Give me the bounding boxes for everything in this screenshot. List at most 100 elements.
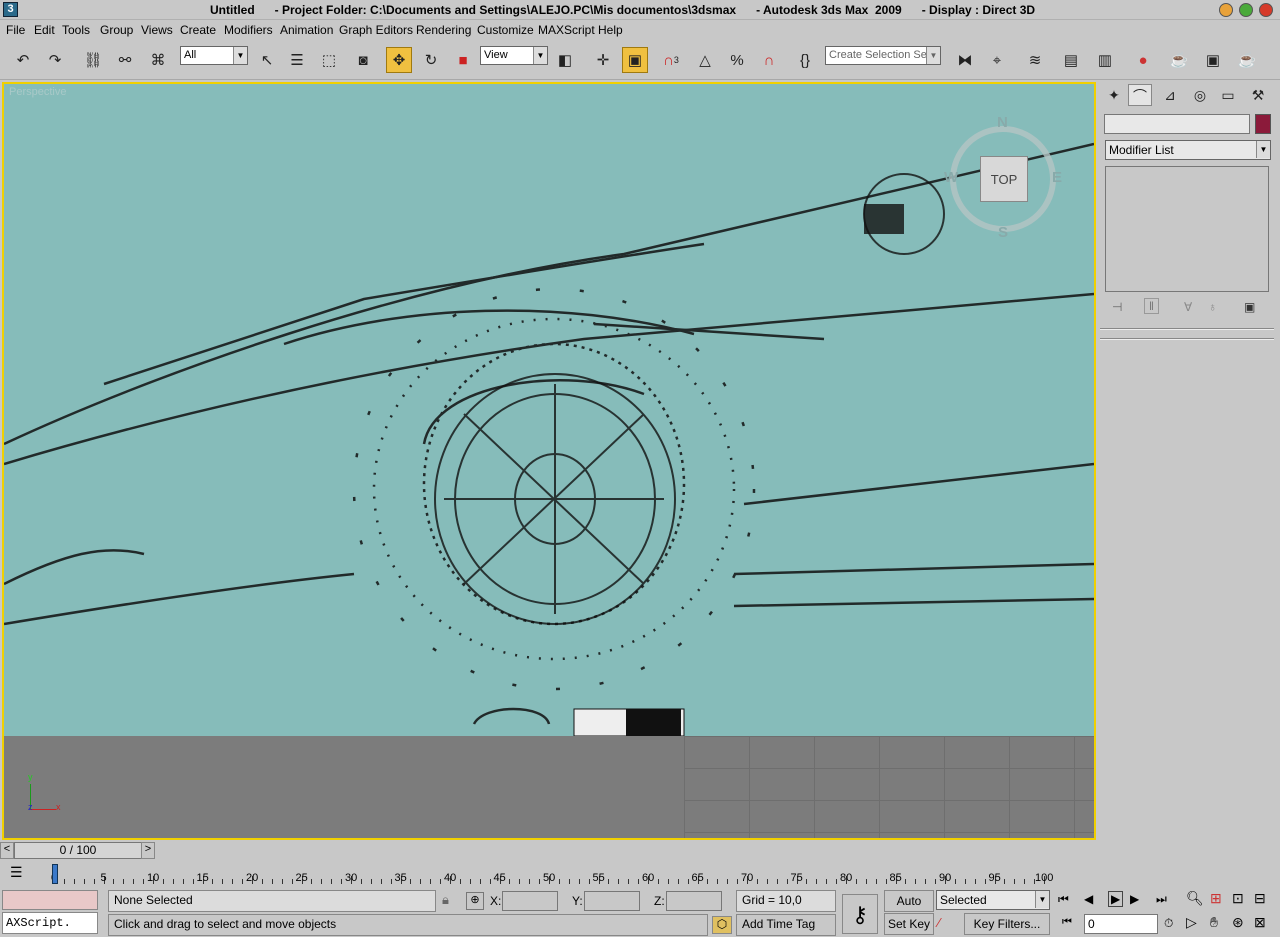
rectangular-selection-icon[interactable]: ⬚: [316, 47, 342, 73]
modify-tab-icon[interactable]: ⌒: [1128, 84, 1152, 106]
app-icon[interactable]: 3: [3, 2, 18, 17]
pan-view-icon[interactable]: ✋︎: [1210, 914, 1218, 931]
mini-curve-editor-icon[interactable]: ☰: [10, 864, 23, 881]
render-setup-icon[interactable]: ☕: [1166, 47, 1192, 73]
add-time-tag-button[interactable]: Add Time Tag: [736, 914, 836, 936]
y-coordinate-field[interactable]: [584, 891, 640, 911]
menu-animation[interactable]: Animation: [280, 23, 333, 37]
make-unique-icon[interactable]: ∀: [1184, 300, 1192, 314]
remove-modifier-icon[interactable]: ♁: [1208, 300, 1217, 314]
menu-edit[interactable]: Edit: [34, 23, 55, 37]
viewcube-south[interactable]: S: [998, 224, 1008, 241]
selection-filter-dropdown[interactable]: All ▼: [180, 46, 248, 65]
undo-icon[interactable]: ↶: [10, 47, 36, 73]
window-crossing-icon[interactable]: ◙: [350, 47, 376, 73]
show-end-result-icon[interactable]: ǁ: [1144, 298, 1159, 314]
orbit-icon[interactable]: ⊛: [1232, 914, 1244, 931]
edit-named-selection-icon[interactable]: {}: [792, 47, 818, 73]
zoom-extents-all-icon[interactable]: ⊟: [1254, 890, 1266, 907]
select-and-manipulate-icon[interactable]: ✛: [590, 47, 616, 73]
menu-group[interactable]: Group: [100, 23, 133, 37]
angle-snap-icon[interactable]: △: [692, 47, 718, 73]
track-bar[interactable]: ☰ 05101520253035404550556065707580859095…: [0, 860, 1098, 888]
menu-help[interactable]: Help: [598, 23, 623, 37]
maximize-viewport-icon[interactable]: ⊠: [1254, 914, 1266, 931]
named-selection-dropdown[interactable]: Create Selection Set ▼: [825, 46, 941, 65]
display-tab-icon[interactable]: ▭: [1216, 84, 1240, 106]
go-to-start-icon[interactable]: ⏮: [1058, 892, 1069, 907]
zoom-icon[interactable]: 🔍︎: [1186, 890, 1204, 907]
menu-maxscript[interactable]: MAXScript: [538, 23, 595, 37]
maximize-button[interactable]: [1239, 3, 1253, 17]
menu-tools[interactable]: Tools: [62, 23, 90, 37]
menu-rendering[interactable]: Rendering: [416, 23, 471, 37]
percent-snap-icon[interactable]: %: [724, 47, 750, 73]
viewcube-west[interactable]: W: [944, 169, 958, 186]
select-object-icon[interactable]: ↖: [254, 47, 280, 73]
object-color-swatch[interactable]: [1255, 114, 1271, 134]
align-icon[interactable]: ⌖: [984, 47, 1010, 73]
default-tangent-icon[interactable]: ∕: [938, 915, 940, 930]
key-icon[interactable]: ⚷: [842, 894, 878, 934]
select-and-link-icon[interactable]: ⛓: [80, 47, 106, 73]
z-coordinate-field[interactable]: [666, 891, 722, 911]
hierarchy-tab-icon[interactable]: ⊿: [1158, 84, 1182, 106]
snaps-toggle-icon[interactable]: ∩ 3: [658, 47, 684, 73]
minimize-button[interactable]: [1219, 3, 1233, 17]
configure-modifier-sets-icon[interactable]: ▣: [1244, 300, 1255, 314]
x-coordinate-field[interactable]: [502, 891, 558, 911]
utilities-tab-icon[interactable]: ⚒: [1246, 84, 1270, 106]
modifier-stack-list[interactable]: [1105, 166, 1269, 292]
set-key-button[interactable]: Set Key: [884, 913, 934, 935]
maxscript-mini-listener-pink[interactable]: [2, 890, 98, 910]
menu-customize[interactable]: Customize: [477, 23, 534, 37]
field-of-view-icon[interactable]: ▷: [1186, 914, 1197, 931]
viewcube-east[interactable]: E: [1052, 169, 1062, 186]
viewport-perspective[interactable]: Perspective TOP N S E W y x z: [2, 82, 1096, 840]
rendered-frame-window-icon[interactable]: ▣: [1200, 47, 1226, 73]
reference-coordinate-dropdown[interactable]: View ▼: [480, 46, 548, 65]
mirror-icon[interactable]: ⧓: [952, 47, 978, 73]
play-icon[interactable]: ▶︎: [1108, 891, 1124, 907]
spinner-snap-icon[interactable]: ∩: [756, 47, 782, 73]
quick-render-icon[interactable]: ☕: [1234, 47, 1260, 73]
pivot-center-icon[interactable]: ◧: [552, 47, 578, 73]
next-frame-icon[interactable]: >: [141, 842, 155, 859]
time-tag-icon[interactable]: ⬡: [712, 916, 732, 934]
frame-display[interactable]: 0 / 100: [14, 842, 142, 859]
go-to-end-icon[interactable]: ⏭: [1156, 892, 1167, 907]
select-and-move-icon[interactable]: ✥: [386, 47, 412, 73]
menu-modifiers[interactable]: Modifiers: [224, 23, 273, 37]
object-name-field[interactable]: [1104, 114, 1250, 134]
layer-manager-icon[interactable]: ≋: [1022, 47, 1048, 73]
menu-file[interactable]: File: [6, 23, 25, 37]
select-and-rotate-icon[interactable]: ↻: [418, 47, 444, 73]
select-and-scale-icon[interactable]: ■: [450, 47, 476, 73]
selection-lock-icon[interactable]: 🔒︎: [442, 892, 449, 908]
time-slider[interactable]: < 0 / 100 >: [0, 842, 1098, 860]
viewport-label[interactable]: Perspective: [9, 86, 66, 98]
key-filters-button[interactable]: Key Filters...: [964, 913, 1050, 935]
previous-key-icon[interactable]: ◀︎: [1084, 892, 1093, 906]
viewcube[interactable]: TOP N S E W: [944, 114, 1064, 241]
create-tab-icon[interactable]: ✦: [1102, 84, 1126, 106]
zoom-all-icon[interactable]: ⊞: [1210, 890, 1222, 907]
bind-space-warp-icon[interactable]: ⌘: [145, 47, 171, 73]
maxscript-listener[interactable]: AXScript.: [2, 912, 98, 934]
keyboard-shortcut-override-icon[interactable]: ▣: [622, 47, 648, 73]
unlink-icon[interactable]: ⚯: [112, 47, 138, 73]
modifier-list-dropdown[interactable]: Modifier List ▼: [1105, 140, 1271, 160]
time-cursor[interactable]: [52, 864, 58, 884]
current-frame-field[interactable]: 0: [1084, 914, 1158, 934]
key-mode-dropdown[interactable]: Selected ▼: [936, 890, 1050, 910]
pin-stack-icon[interactable]: ⊣: [1112, 300, 1122, 314]
viewcube-top-face[interactable]: TOP: [980, 156, 1028, 202]
time-configuration-icon[interactable]: ⏱: [1164, 916, 1173, 931]
menu-create[interactable]: Create: [180, 23, 216, 37]
prev-frame-icon[interactable]: <: [0, 842, 14, 859]
zoom-extents-icon[interactable]: ⊡: [1232, 890, 1244, 907]
menu-views[interactable]: Views: [141, 23, 173, 37]
absolute-mode-icon[interactable]: ⊕: [466, 892, 484, 910]
next-key-icon[interactable]: ▶︎: [1130, 892, 1139, 906]
viewcube-north[interactable]: N: [997, 114, 1008, 131]
